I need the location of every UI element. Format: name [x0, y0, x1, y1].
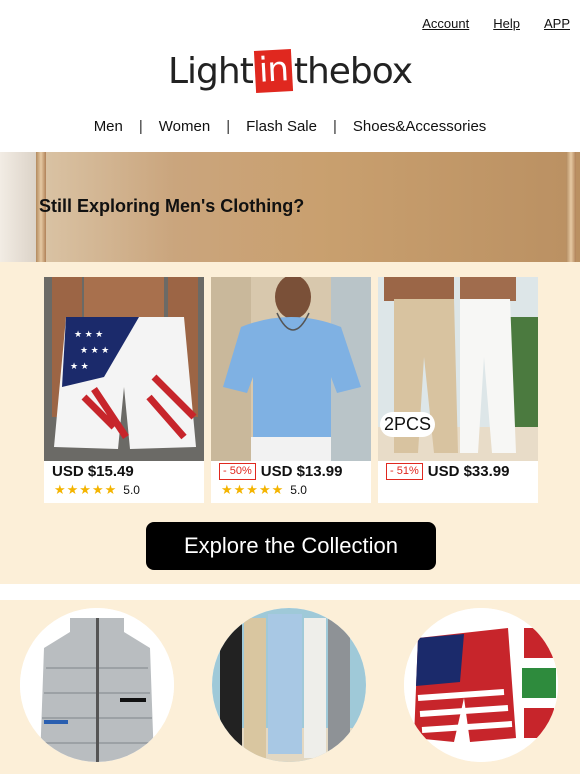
star-rating-icon: ★★★★★ [221, 482, 285, 497]
product-card[interactable]: 2PCS - 51% USD $33.99 [378, 277, 538, 503]
category-image-puffer-vest[interactable] [20, 608, 174, 762]
product-price: USD $33.99 [427, 463, 510, 480]
star-rating-icon: ★★★★★ [54, 482, 118, 497]
lightinthebox-logo[interactable]: Light in thebox [0, 49, 580, 93]
category-image-flag-shorts[interactable] [404, 608, 558, 762]
svg-text:★ ★: ★ ★ [70, 361, 89, 371]
svg-text:★ ★ ★: ★ ★ ★ [74, 329, 103, 339]
banner-column [566, 152, 576, 262]
account-link[interactable]: Account [422, 16, 469, 31]
top-links: Account Help APP [422, 16, 570, 31]
category-nav: Men | Women | Flash Sale | Shoes&Accesso… [0, 118, 580, 135]
email-page: Account Help APP Light in thebox Men | W… [0, 0, 580, 774]
price-row: USD $15.49 [44, 461, 204, 480]
help-link[interactable]: Help [493, 16, 520, 31]
discount-badge: - 50% [219, 463, 256, 480]
discount-badge: - 51% [386, 463, 423, 480]
nav-separator: | [138, 118, 143, 135]
rating-value: 5.0 [290, 483, 307, 497]
product-image-linen-pants[interactable]: 2PCS [378, 277, 538, 461]
nav-separator: | [332, 118, 337, 135]
rating-row: ★★★★★ 5.0 [211, 480, 371, 498]
banner-headline: Still Exploring Men's Clothing? [39, 196, 305, 216]
logo-text-light: Light [168, 50, 254, 92]
product-section: ★ ★ ★ ★ ★ ★ ★ ★ USD $15.49 ★★★★★ 5.0 - 5… [0, 262, 580, 584]
nav-men[interactable]: Men [94, 118, 123, 135]
rating-row: ★★★★★ 5.0 [44, 480, 204, 498]
nav-flash-sale[interactable]: Flash Sale [246, 118, 317, 135]
category-image-casual-pants[interactable] [212, 608, 366, 762]
app-link[interactable]: APP [544, 16, 570, 31]
product-price: USD $13.99 [260, 463, 343, 480]
product-image-blue-tshirt[interactable] [211, 277, 371, 461]
product-card[interactable]: - 50% USD $13.99 ★★★★★ 5.0 [211, 277, 371, 503]
svg-text:★ ★ ★: ★ ★ ★ [80, 345, 109, 355]
nav-women[interactable]: Women [159, 118, 210, 135]
rating-value: 5.0 [123, 483, 140, 497]
multipack-badge: 2PCS [380, 412, 436, 437]
hero-banner[interactable]: Still Exploring Men's Clothing? [0, 152, 580, 262]
price-row: - 51% USD $33.99 [378, 461, 538, 480]
product-image-flag-shorts[interactable]: ★ ★ ★ ★ ★ ★ ★ ★ [44, 277, 204, 461]
logo-text-in: in [253, 49, 293, 93]
nav-shoes-accessories[interactable]: Shoes&Accessories [353, 118, 486, 135]
price-row: - 50% USD $13.99 [211, 461, 371, 480]
banner-wall [0, 152, 36, 262]
category-circles [0, 600, 580, 774]
product-card[interactable]: ★ ★ ★ ★ ★ ★ ★ ★ USD $15.49 ★★★★★ 5.0 [44, 277, 204, 503]
logo-text-thebox: thebox [293, 50, 413, 92]
product-price: USD $15.49 [52, 463, 134, 480]
nav-separator: | [226, 118, 231, 135]
explore-collection-button[interactable]: Explore the Collection [146, 522, 436, 570]
